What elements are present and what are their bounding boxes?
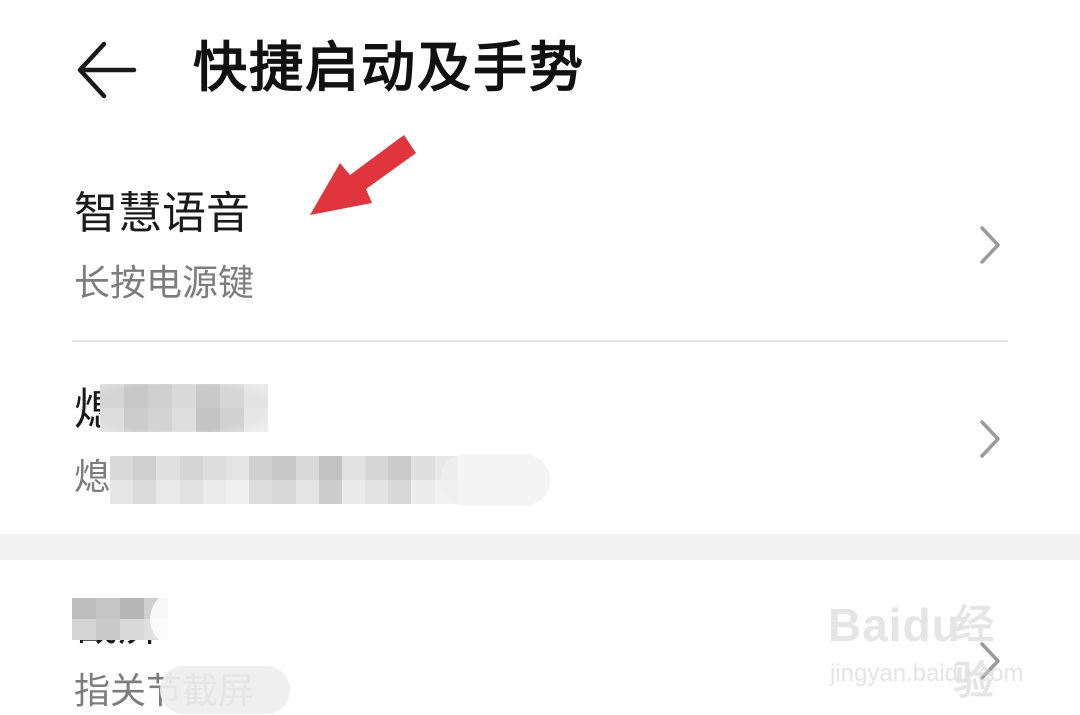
chevron-right-icon	[980, 420, 1000, 458]
watermark-brand: Baidu	[828, 599, 961, 651]
annotation-arrow-icon	[310, 135, 416, 215]
back-button[interactable]	[70, 32, 146, 108]
settings-item-smart-voice[interactable]: 智慧语音 长按电源键	[0, 150, 1080, 340]
item-subtitle: 熄	[74, 457, 111, 498]
censor-smudge	[440, 454, 550, 506]
censor-smudge	[150, 590, 280, 648]
settings-screen: 快捷启动及手势 智慧语音 长按电源键 熄 熄 截屏 指关节截屏	[0, 0, 1080, 715]
title-bar: 快捷启动及手势	[0, 0, 1080, 135]
watermark-url: jingyan.baidu.com	[830, 660, 1024, 687]
item-subtitle: 长按电源键	[74, 263, 255, 304]
censor-smudge	[160, 666, 290, 714]
censor-smudge	[100, 380, 290, 436]
page-title: 快捷启动及手势	[193, 36, 585, 99]
section-separator	[0, 534, 1080, 560]
chevron-right-icon	[980, 226, 1000, 264]
item-title: 智慧语音	[74, 188, 250, 239]
arrow-left-icon	[77, 41, 137, 99]
censor-mosaic	[110, 456, 458, 504]
watermark-jingyan: 经验	[954, 602, 994, 704]
watermark: Baidu 经验 jingyan.baidu.com	[828, 597, 1028, 704]
